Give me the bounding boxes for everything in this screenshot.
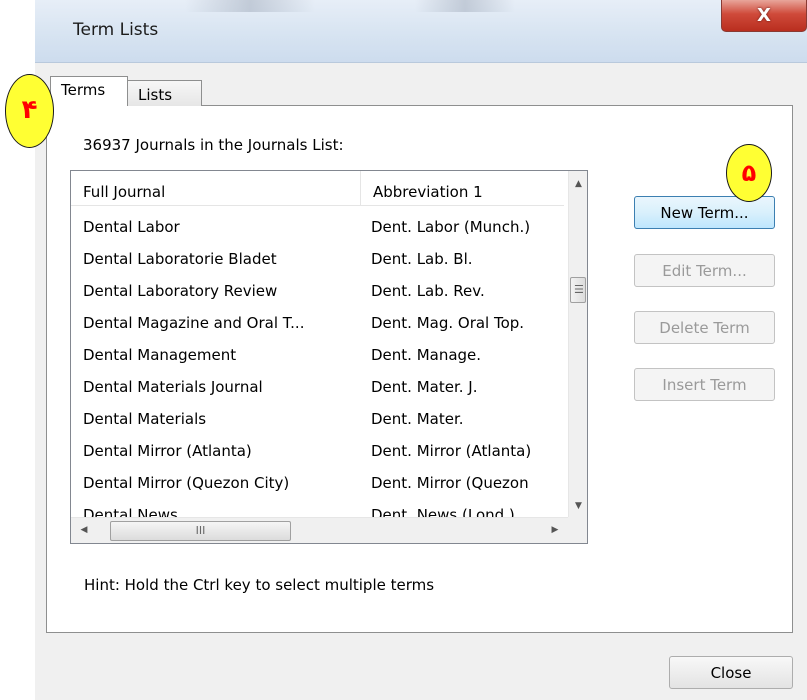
table-row[interactable]: Dental Management Dent. Manage. [71, 339, 568, 371]
abbreviation-cell: Dent. Lab. Rev. [371, 282, 485, 300]
abbreviation-cell: Dent. Lab. Bl. [371, 250, 473, 268]
close-window-button[interactable]: X [721, 0, 807, 32]
table-row[interactable]: Dental Materials Dent. Mater. [71, 403, 568, 435]
full-journal-cell: Dental Materials Journal [83, 378, 263, 396]
background-blur [185, 0, 315, 12]
horizontal-scrollbar[interactable]: ◀ III ▶ [71, 517, 568, 543]
vertical-scrollbar[interactable]: ▲ ☰ ▼ [568, 171, 587, 517]
column-header-full-journal[interactable]: Full Journal [71, 171, 361, 205]
table-row[interactable]: Dental News Dent. News (Lond.) [71, 499, 568, 517]
tab-terms[interactable]: Terms [50, 76, 128, 106]
scrollbar-corner [568, 517, 587, 543]
scroll-right-icon[interactable]: ▶ [546, 521, 564, 539]
scroll-down-icon[interactable]: ▼ [569, 497, 587, 515]
hint-text: Hint: Hold the Ctrl key to select multip… [84, 576, 435, 594]
list-header: Full Journal Abbreviation 1 [71, 171, 564, 206]
tab-lists[interactable]: Lists [128, 80, 202, 106]
annotation-marker-tab: ۴ [5, 74, 54, 148]
abbreviation-cell: Dent. Labor (Munch.) [371, 218, 531, 236]
full-journal-cell: Dental Mirror (Quezon City) [83, 474, 290, 492]
window-title: Term Lists [73, 20, 159, 40]
title-bar: Term Lists [35, 0, 807, 63]
tab-lists-label: Lists [138, 86, 173, 104]
grip-icon: ☰ [574, 283, 584, 296]
close-icon: X [757, 5, 771, 26]
abbreviation-cell: Dent. Mirror (Quezon [371, 474, 529, 492]
term-lists-dialog: Term Lists X Terms Lists 36937 Journals … [0, 0, 807, 700]
abbreviation-cell: Dent. Mater. J. [371, 378, 478, 396]
scroll-left-icon[interactable]: ◀ [75, 521, 93, 539]
full-journal-cell: Dental News [83, 506, 178, 517]
horizontal-scroll-thumb[interactable]: III [110, 521, 291, 541]
table-row[interactable]: Dental Materials Journal Dent. Mater. J. [71, 371, 568, 403]
terms-list-view[interactable]: Full Journal Abbreviation 1 Dental Labor… [70, 170, 588, 544]
abbreviation-cell: Dent. News (Lond.) [371, 506, 515, 517]
table-row[interactable]: Dental Laboratorie Bladet Dent. Lab. Bl. [71, 243, 568, 275]
full-journal-cell: Dental Laboratorie Bladet [83, 250, 277, 268]
background-blur [415, 0, 515, 12]
abbreviation-cell: Dent. Mater. [371, 410, 464, 428]
column-header-abbreviation-1[interactable]: Abbreviation 1 [361, 171, 564, 205]
scroll-up-icon[interactable]: ▲ [569, 175, 587, 193]
table-row[interactable]: Dental Laboratory Review Dent. Lab. Rev. [71, 275, 568, 307]
annotation-marker-button: ۵ [726, 144, 772, 202]
table-row[interactable]: Dental Labor Dent. Labor (Munch.) [71, 211, 568, 243]
delete-term-button[interactable]: Delete Term [634, 311, 775, 344]
table-row[interactable]: Dental Mirror (Atlanta) Dent. Mirror (At… [71, 435, 568, 467]
full-journal-cell: Dental Magazine and Oral T... [83, 314, 305, 332]
list-rows: Dental Labor Dent. Labor (Munch.) Dental… [71, 211, 568, 517]
full-journal-cell: Dental Materials [83, 410, 207, 428]
table-row[interactable]: Dental Mirror (Quezon City) Dent. Mirror… [71, 467, 568, 499]
edit-term-button[interactable]: Edit Term... [634, 254, 775, 287]
full-journal-cell: Dental Labor [83, 218, 180, 236]
vertical-scroll-thumb[interactable]: ☰ [570, 277, 586, 303]
table-row[interactable]: Dental Magazine and Oral T... Dent. Mag.… [71, 307, 568, 339]
abbreviation-cell: Dent. Mag. Oral Top. [371, 314, 525, 332]
abbreviation-cell: Dent. Manage. [371, 346, 482, 364]
insert-term-button[interactable]: Insert Term [634, 368, 775, 401]
full-journal-cell: Dental Management [83, 346, 237, 364]
full-journal-cell: Dental Laboratory Review [83, 282, 278, 300]
full-journal-cell: Dental Mirror (Atlanta) [83, 442, 252, 460]
grip-icon: III [195, 524, 206, 537]
close-button[interactable]: Close [669, 656, 793, 689]
abbreviation-cell: Dent. Mirror (Atlanta) [371, 442, 532, 460]
tab-terms-label: Terms [61, 81, 106, 99]
list-count-label: 36937 Journals in the Journals List: [83, 136, 344, 154]
